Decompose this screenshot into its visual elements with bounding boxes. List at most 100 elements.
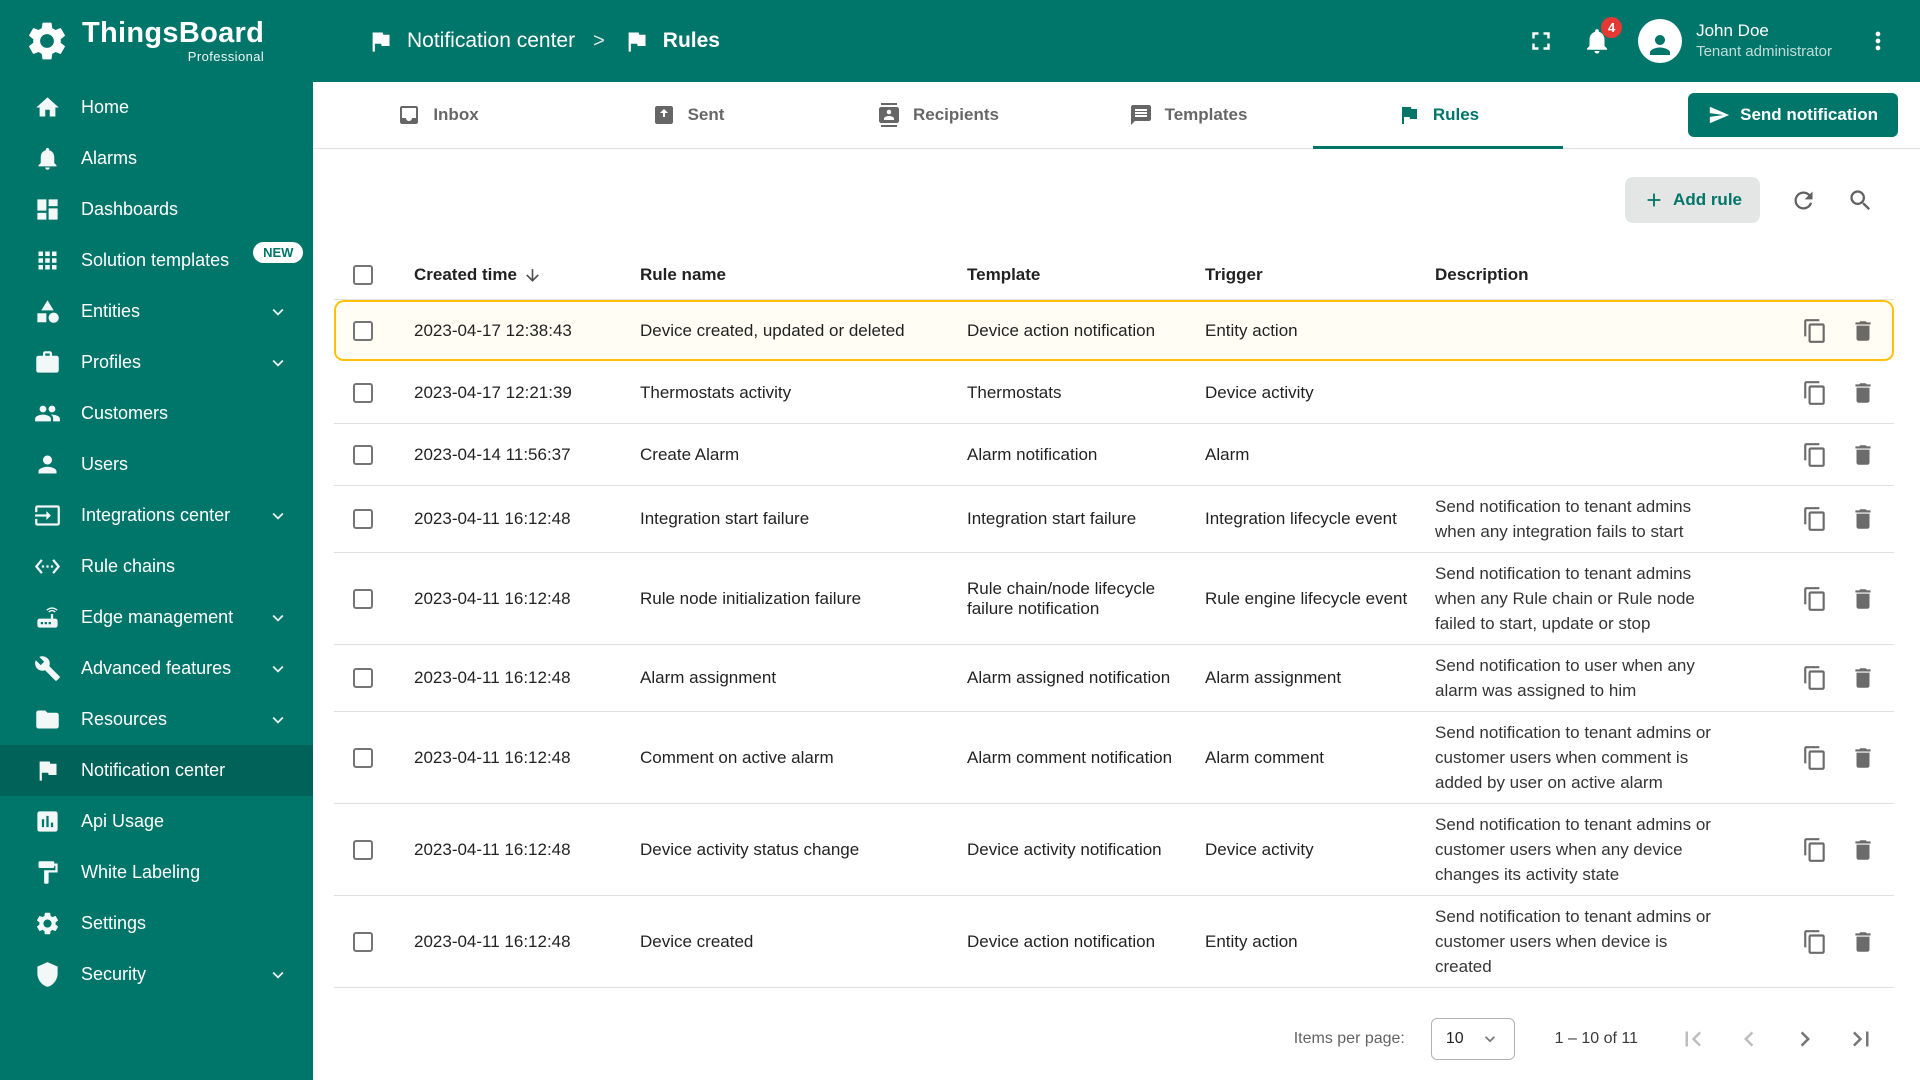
select-all-checkbox[interactable] (353, 265, 373, 285)
fullscreen-icon[interactable] (1526, 26, 1556, 56)
breadcrumb-notification-center[interactable]: Notification center (367, 28, 575, 55)
copy-rule-button[interactable] (1802, 929, 1828, 955)
chevron-down-icon (267, 964, 289, 986)
sidebar-item-icon (34, 298, 61, 325)
table-row[interactable]: 2023-04-11 16:12:48 Device activity stat… (334, 804, 1894, 896)
sidebar-item-notification-center[interactable]: Notification center (0, 745, 313, 796)
notifications-button[interactable]: 4 (1582, 17, 1623, 56)
cell-trigger: Alarm (1205, 444, 1250, 464)
column-template[interactable]: Template (957, 265, 1195, 285)
send-notification-button[interactable]: Send notification (1688, 93, 1898, 137)
table-row[interactable]: 2023-04-14 11:56:37 Create Alarm Alarm n… (334, 424, 1894, 486)
row-checkbox[interactable] (353, 509, 373, 529)
delete-rule-button[interactable] (1850, 318, 1876, 344)
row-checkbox[interactable] (353, 382, 373, 403)
sidebar-item-profiles[interactable]: Profiles (0, 337, 313, 388)
table-row[interactable]: 2023-04-11 16:12:48 Alarm update Alarm u… (334, 988, 1894, 998)
add-rule-button[interactable]: Add rule (1625, 177, 1760, 223)
cell-description: Send notification to tenant admins or cu… (1435, 815, 1711, 884)
sidebar-menu: Home Alarms Dashboards Solution template… (0, 82, 313, 1080)
row-checkbox[interactable] (353, 588, 373, 609)
sidebar-item-settings[interactable]: Settings (0, 898, 313, 949)
row-actions (1739, 837, 1894, 863)
sidebar-item-edge-management[interactable]: Edge management (0, 592, 313, 643)
sidebar-item-rule-chains[interactable]: Rule chains (0, 541, 313, 592)
breadcrumb-rules[interactable]: Rules (623, 28, 720, 55)
row-checkbox[interactable] (353, 444, 373, 465)
column-trigger[interactable]: Trigger (1195, 265, 1425, 285)
breadcrumb-label: Notification center (407, 29, 576, 52)
sidebar-item-dashboards[interactable]: Dashboards (0, 184, 313, 235)
cell-rule-name: Comment on active alarm (640, 747, 834, 767)
copy-rule-button[interactable] (1802, 586, 1828, 612)
sidebar-item-label: Edge management (81, 607, 234, 627)
page-size-select[interactable]: 10 (1430, 1018, 1515, 1060)
refresh-icon[interactable] (1790, 187, 1817, 214)
copy-rule-button[interactable] (1802, 318, 1828, 344)
delete-rule-button[interactable] (1850, 837, 1876, 863)
table-row[interactable]: 2023-04-11 16:12:48 Comment on active al… (334, 712, 1894, 804)
more-options-icon[interactable] (1864, 27, 1892, 55)
sidebar-item-api-usage[interactable]: Api Usage (0, 796, 313, 847)
row-checkbox[interactable] (353, 839, 373, 860)
column-created-time[interactable]: Created time (404, 265, 630, 285)
sidebar-item-resources[interactable]: Resources (0, 694, 313, 745)
sidebar-item-home[interactable]: Home (0, 82, 313, 133)
table-row[interactable]: 2023-04-17 12:38:43 Device created, upda… (334, 300, 1894, 362)
delete-rule-button[interactable] (1850, 745, 1876, 771)
tab-inbox[interactable]: Inbox (313, 82, 563, 148)
sidebar-item-users[interactable]: Users (0, 439, 313, 490)
sidebar-item-alarms[interactable]: Alarms (0, 133, 313, 184)
table-row[interactable]: 2023-04-11 16:12:48 Alarm assignment Ala… (334, 645, 1894, 712)
search-icon[interactable] (1847, 187, 1874, 214)
person-icon (1645, 30, 1675, 60)
row-actions (1739, 745, 1894, 771)
copy-rule-button[interactable] (1802, 837, 1828, 863)
app-logo: ThingsBoard Professional (0, 0, 313, 82)
table-row[interactable]: 2023-04-11 16:12:48 Integration start fa… (334, 486, 1894, 553)
tab-sent[interactable]: Sent (563, 82, 813, 148)
copy-rule-button[interactable] (1802, 665, 1828, 691)
copy-rule-button[interactable] (1802, 506, 1828, 532)
sidebar-item-security[interactable]: Security (0, 949, 313, 1000)
sidebar-item-integrations-center[interactable]: Integrations center (0, 490, 313, 541)
sidebar-item-icon (34, 961, 61, 988)
user-menu[interactable]: John Doe Tenant administrator (1638, 19, 1832, 63)
sidebar: ThingsBoard Professional Home Alarms Das… (0, 0, 313, 1080)
sidebar-item-solution-templates[interactable]: Solution templates NEW (0, 235, 313, 286)
column-description[interactable]: Description (1425, 265, 1739, 285)
delete-rule-button[interactable] (1850, 665, 1876, 691)
next-page-button[interactable] (1790, 1024, 1820, 1054)
sidebar-item-label: Notification center (81, 760, 226, 780)
delete-rule-button[interactable] (1850, 380, 1876, 406)
sidebar-item-entities[interactable]: Entities (0, 286, 313, 337)
row-checkbox[interactable] (353, 747, 373, 768)
tab-label: Inbox (433, 105, 479, 124)
tab-rules[interactable]: Rules (1313, 82, 1563, 149)
sidebar-item-white-labeling[interactable]: White Labeling (0, 847, 313, 898)
chevron-down-icon (267, 607, 289, 629)
table-row[interactable]: 2023-04-11 16:12:48 Device created Devic… (334, 896, 1894, 988)
last-page-button[interactable] (1846, 1024, 1876, 1054)
sidebar-item-customers[interactable]: Customers (0, 388, 313, 439)
row-checkbox[interactable] (353, 931, 373, 952)
tab-templates[interactable]: Templates (1063, 82, 1313, 148)
row-checkbox[interactable] (353, 668, 373, 688)
cell-trigger: Device activity (1205, 382, 1314, 402)
cell-rule-name: Device created, updated or deleted (640, 320, 905, 340)
column-rule-name[interactable]: Rule name (630, 265, 957, 285)
table-row[interactable]: 2023-04-11 16:12:48 Rule node initializa… (334, 553, 1894, 645)
cell-rule-name: Create Alarm (640, 444, 740, 464)
tab-recipients[interactable]: Recipients (813, 82, 1063, 148)
delete-rule-button[interactable] (1850, 442, 1876, 468)
chevron-down-icon (267, 658, 289, 680)
delete-rule-button[interactable] (1850, 586, 1876, 612)
delete-rule-button[interactable] (1850, 929, 1876, 955)
copy-rule-button[interactable] (1802, 442, 1828, 468)
sidebar-item-advanced-features[interactable]: Advanced features (0, 643, 313, 694)
copy-rule-button[interactable] (1802, 380, 1828, 406)
copy-rule-button[interactable] (1802, 745, 1828, 771)
table-row[interactable]: 2023-04-17 12:21:39 Thermostats activity… (334, 362, 1894, 424)
row-checkbox[interactable] (353, 320, 373, 341)
delete-rule-button[interactable] (1850, 506, 1876, 532)
